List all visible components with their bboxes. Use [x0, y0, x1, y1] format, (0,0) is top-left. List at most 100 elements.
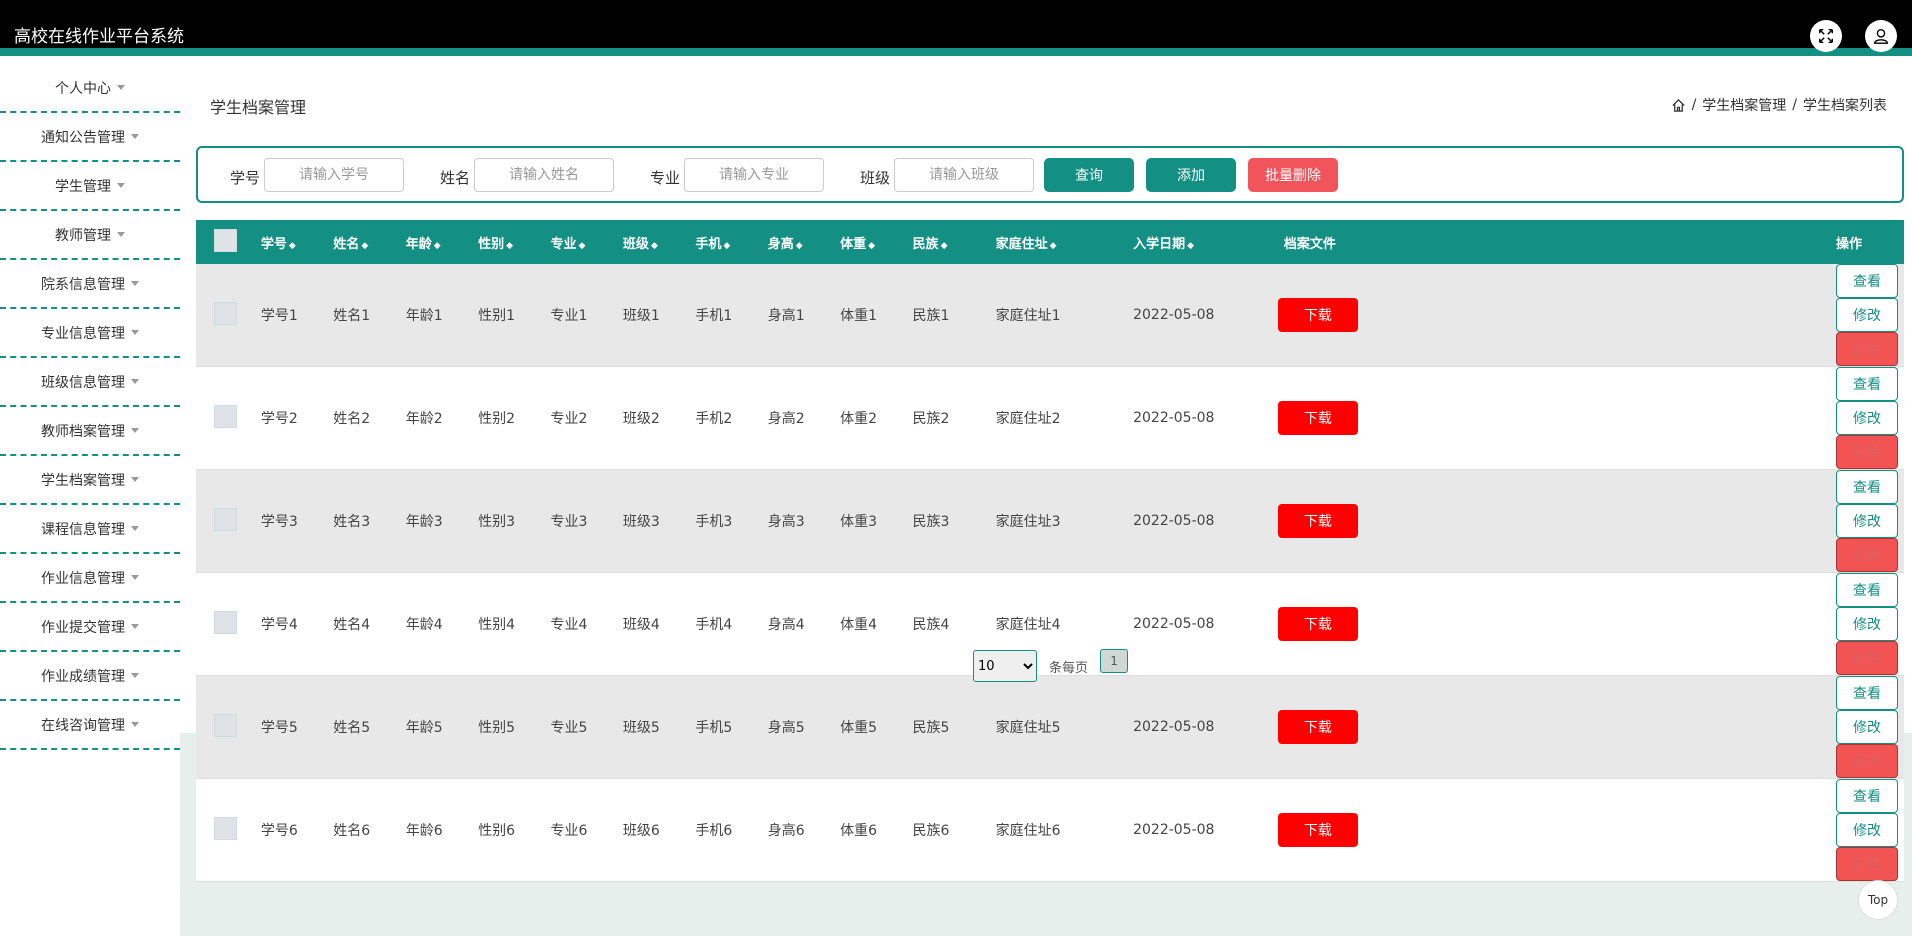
table-cell: 年龄2 [405, 411, 443, 427]
user-button[interactable] [1865, 20, 1897, 52]
sidebar-item-majors[interactable]: 专业信息管理 [0, 309, 180, 358]
query-button[interactable]: 查询 [1044, 158, 1134, 192]
download-button[interactable]: 下载 [1277, 710, 1358, 744]
edit-button[interactable]: 修改 [1836, 401, 1898, 435]
view-button[interactable]: 查看 [1836, 264, 1898, 298]
sidebar-item-grades[interactable]: 作业成绩管理 [0, 652, 180, 701]
app-title: 高校在线作业平台系统 [14, 27, 184, 47]
class-input[interactable] [894, 158, 1034, 192]
content-panel: 学生档案管理 / 学生档案管理 / 学生档案列表 学号 姓名 专业 班级 查询 … [180, 64, 1912, 882]
column-header[interactable]: 专业 ◆ [551, 220, 623, 264]
row-checkbox[interactable] [214, 816, 237, 840]
download-button[interactable]: 下载 [1277, 401, 1358, 435]
add-button[interactable]: 添加 [1146, 158, 1236, 192]
sidebar-item-student-files[interactable]: 学生档案管理 [0, 456, 180, 505]
delete-button[interactable]: 删除 [1836, 641, 1898, 675]
table-cell: 专业3 [550, 514, 588, 530]
caret-down-icon [131, 330, 139, 335]
row-checkbox[interactable] [214, 301, 237, 325]
table-cell: 手机4 [695, 617, 733, 633]
table-cell: 民族1 [912, 308, 950, 324]
table-cell: 体重2 [840, 411, 878, 427]
edit-button[interactable]: 修改 [1836, 710, 1898, 744]
view-button[interactable]: 查看 [1836, 676, 1898, 710]
fullscreen-button[interactable] [1810, 20, 1842, 52]
table-cell: 体重4 [840, 617, 878, 633]
column-header[interactable]: 姓名 ◆ [333, 220, 405, 264]
column-header[interactable]: 体重 ◆ [840, 220, 912, 264]
delete-button[interactable]: 删除 [1836, 847, 1898, 881]
table-cell: 身高4 [767, 617, 805, 633]
sidebar-item-notices[interactable]: 通知公告管理 [0, 113, 180, 162]
delete-button[interactable]: 删除 [1836, 538, 1898, 572]
sidebar-item-students[interactable]: 学生管理 [0, 162, 180, 211]
sidebar-item-label: 通知公告管理 [41, 129, 125, 146]
batch-delete-button[interactable]: 批量删除 [1248, 158, 1338, 192]
back-to-top-button[interactable]: Top [1858, 880, 1898, 920]
row-checkbox[interactable] [214, 404, 237, 428]
column-header[interactable]: 民族 ◆ [913, 220, 996, 264]
edit-button[interactable]: 修改 [1836, 607, 1898, 641]
caret-down-icon [131, 428, 139, 433]
sidebar-item-teacher-files[interactable]: 教师档案管理 [0, 407, 180, 456]
delete-button[interactable]: 删除 [1836, 332, 1898, 366]
view-button[interactable]: 查看 [1836, 367, 1898, 401]
sort-icon: ◆ [723, 240, 731, 251]
delete-button[interactable]: 删除 [1836, 744, 1898, 778]
row-checkbox[interactable] [214, 507, 237, 531]
sidebar-item-departments[interactable]: 院系信息管理 [0, 260, 180, 309]
column-header[interactable]: 入学日期 ◆ [1121, 220, 1260, 264]
sidebar-item-classes[interactable]: 班级信息管理 [0, 358, 180, 407]
view-button[interactable]: 查看 [1836, 470, 1898, 504]
student-id-input[interactable] [264, 158, 404, 192]
sidebar-item-consultation[interactable]: 在线咨询管理 [0, 701, 180, 750]
edit-button[interactable]: 修改 [1836, 813, 1898, 847]
column-header[interactable]: 性别 ◆ [478, 220, 550, 264]
sidebar-item-submissions[interactable]: 作业提交管理 [0, 603, 180, 652]
sidebar-item-teachers[interactable]: 教师管理 [0, 211, 180, 260]
column-header[interactable]: 身高 ◆ [768, 220, 840, 264]
page-size-select[interactable]: 10 [973, 650, 1037, 682]
table-cell: 年龄1 [405, 308, 443, 324]
table-cell: 学号2 [260, 411, 298, 427]
caret-down-icon [131, 673, 139, 678]
caret-down-icon [131, 281, 139, 286]
sidebar-item-personal-center[interactable]: 个人中心 [0, 64, 180, 113]
view-button[interactable]: 查看 [1836, 779, 1898, 813]
delete-button[interactable]: 删除 [1836, 435, 1898, 469]
table-cell: 性别5 [478, 720, 516, 736]
page-number[interactable]: 1 [1100, 649, 1129, 673]
sidebar-item-label: 学生档案管理 [41, 472, 125, 489]
edit-button[interactable]: 修改 [1836, 298, 1898, 332]
table-cell: 民族5 [912, 720, 950, 736]
breadcrumb-item[interactable]: 学生档案管理 [1702, 95, 1786, 115]
sort-icon: ◆ [288, 240, 296, 251]
home-icon[interactable] [1671, 98, 1686, 113]
row-checkbox[interactable] [214, 610, 237, 634]
edit-button[interactable]: 修改 [1836, 504, 1898, 538]
table-cell: 2022-05-08 [1133, 307, 1215, 323]
table-cell: 专业5 [550, 720, 588, 736]
download-button[interactable]: 下载 [1277, 607, 1358, 641]
name-input[interactable] [474, 158, 614, 192]
select-all-checkbox[interactable] [214, 228, 237, 252]
row-checkbox[interactable] [214, 713, 237, 737]
view-button[interactable]: 查看 [1836, 573, 1898, 607]
table-cell: 姓名5 [333, 720, 371, 736]
column-header[interactable]: 家庭住址 ◆ [996, 220, 1122, 264]
sidebar-item-homework[interactable]: 作业信息管理 [0, 554, 180, 603]
download-button[interactable]: 下载 [1277, 504, 1358, 538]
table-cell: 手机2 [695, 411, 733, 427]
sidebar-item-label: 学生管理 [55, 178, 111, 195]
column-header[interactable]: 学号 ◆ [261, 220, 333, 264]
column-header[interactable]: 手机 ◆ [695, 220, 767, 264]
download-button[interactable]: 下载 [1277, 298, 1358, 332]
column-header[interactable]: 年龄 ◆ [406, 220, 478, 264]
sidebar-item-courses[interactable]: 课程信息管理 [0, 505, 180, 554]
column-header[interactable]: 班级 ◆ [623, 220, 695, 264]
table-cell: 手机6 [695, 823, 733, 839]
major-input[interactable] [684, 158, 824, 192]
download-button[interactable]: 下载 [1277, 813, 1358, 847]
column-header: 操作 [1836, 236, 1863, 252]
table-cell: 家庭住址3 [995, 514, 1061, 530]
